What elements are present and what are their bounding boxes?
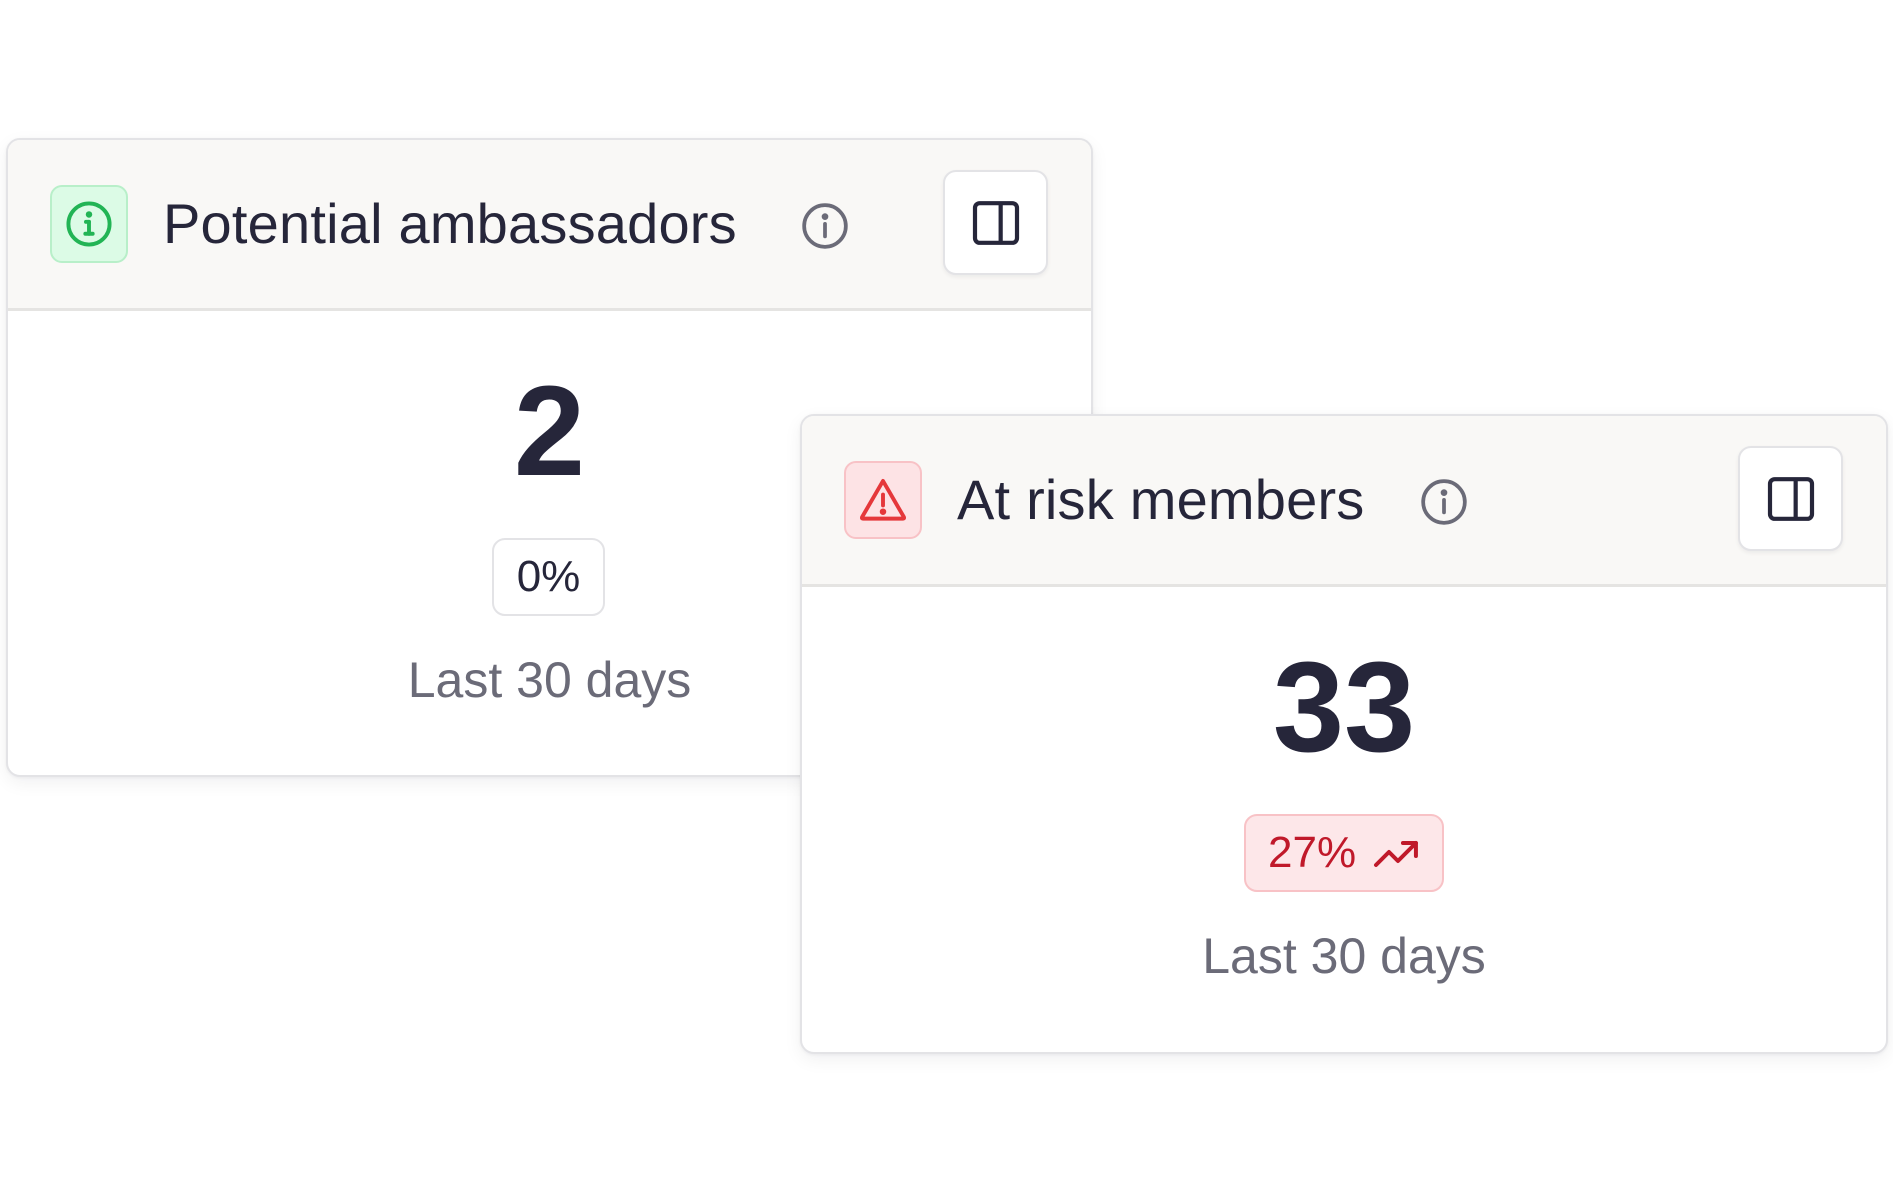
sidebar-panel-icon [1767,476,1814,521]
metric-card-at-risk-members: At risk members 33 27% Last 30 days [800,414,1888,1054]
sidebar-panel-icon [972,200,1019,245]
info-tooltip-icon[interactable] [800,201,850,251]
card-title: At risk members [957,468,1365,531]
change-badge: 0% [492,538,605,616]
card-header: Potential ambassadors [8,140,1091,311]
period-label: Last 30 days [1202,928,1486,984]
change-percent: 0% [516,552,581,601]
change-badge: 27% [1244,814,1444,892]
card-header: At risk members [802,416,1886,587]
change-percent: 27% [1268,828,1357,877]
info-tooltip-icon[interactable] [1419,477,1469,527]
open-side-panel-button[interactable] [943,170,1048,275]
metric-value: 33 [1272,636,1416,779]
trending-up-icon [1374,841,1419,867]
open-side-panel-button[interactable] [1738,446,1843,551]
warning-triangle-icon [844,461,922,539]
info-circle-icon [50,185,128,263]
card-title: Potential ambassadors [163,192,737,255]
